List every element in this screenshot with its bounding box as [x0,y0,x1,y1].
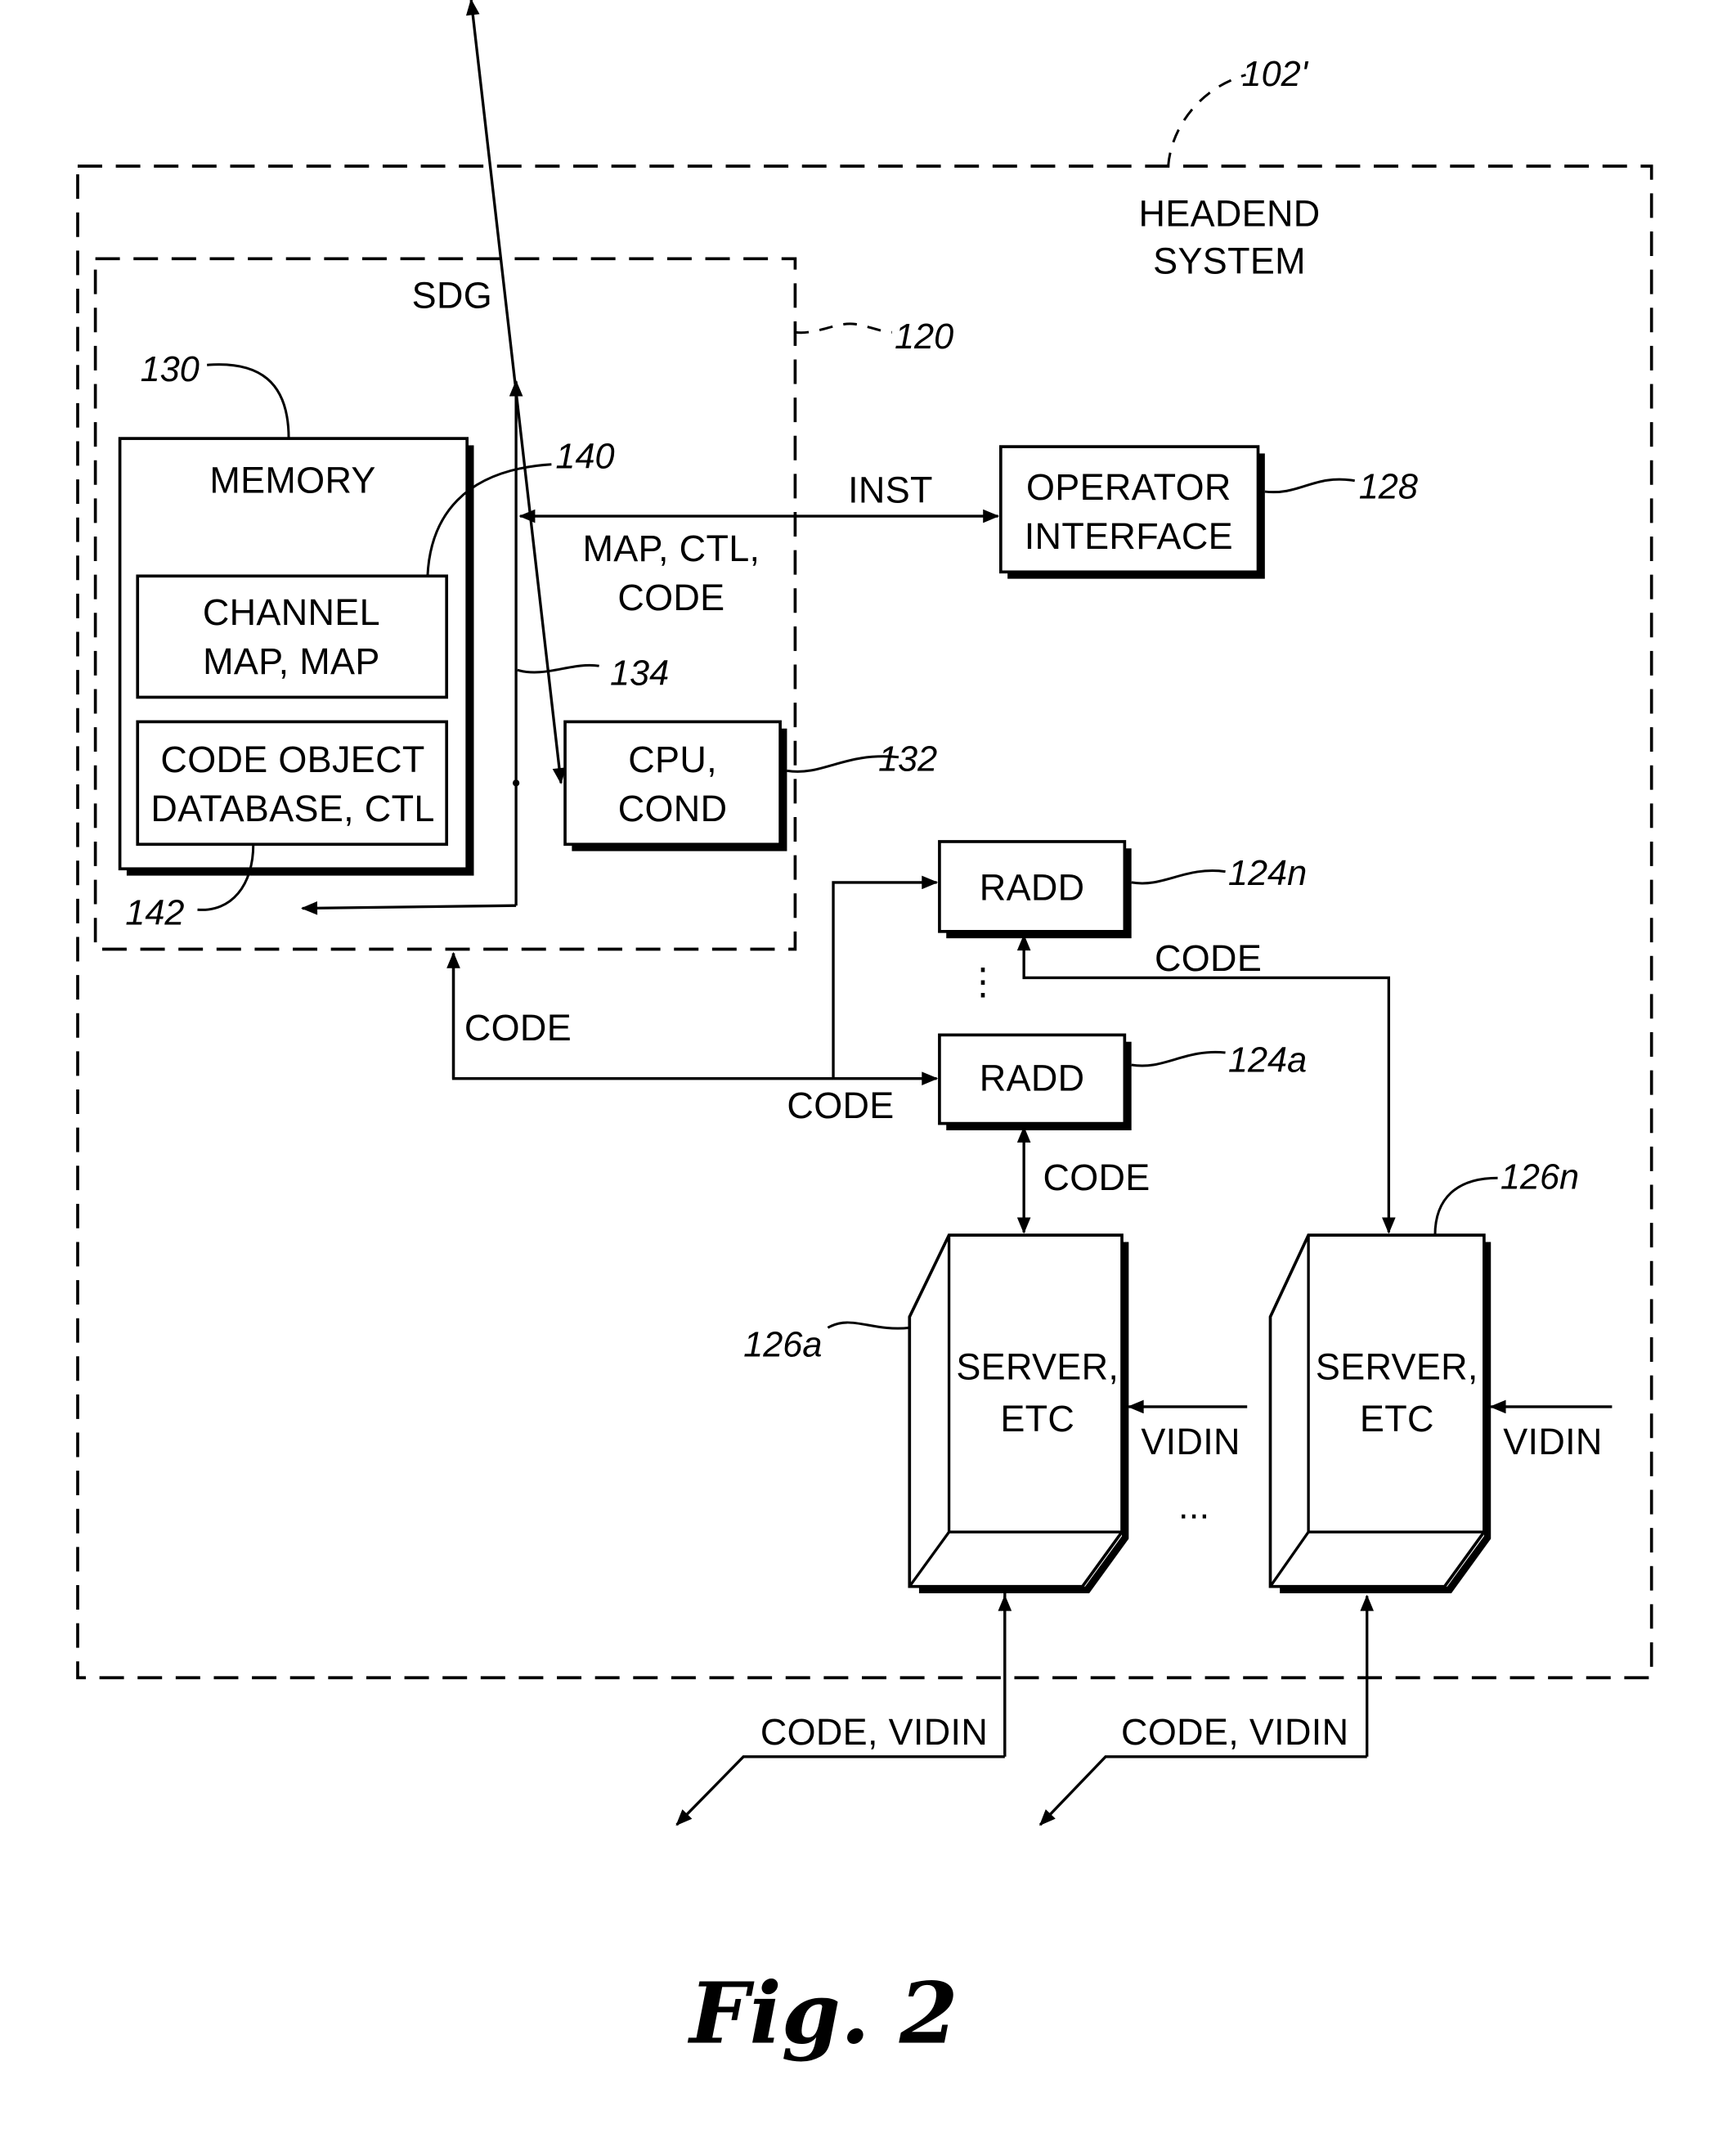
operator-interface-link: INST MAP, CTL, CODE [518,469,1000,618]
headend-title-line2: SYSTEM [1153,240,1306,282]
channel-map-line1: CHANNEL [203,591,380,633]
ref-126a: 126a [743,1325,822,1364]
server-a-line1: SERVER, [956,1346,1119,1388]
radd-feed-code-label: CODE [787,1085,894,1126]
memory-block: MEMORY 130 CHANNEL MAP, MAP 140 CODE OBJ… [118,350,615,933]
server-a-block: SERVER, ETC 126a VIDIN [743,1233,1248,1594]
server-a-output-label: CODE, VIDIN [760,1711,988,1753]
server-a-vidin-label: VIDIN [1141,1421,1240,1462]
server-n-output-link: CODE, VIDIN [1038,1594,1375,1826]
sdg-title: SDG [412,274,492,316]
sdg-code-label: CODE [464,1007,572,1049]
operator-interface-line2: INTERFACE [1025,515,1233,557]
ref-120: 120 [895,317,953,357]
cpu-line2: COND [618,788,728,829]
server-n-output-label: CODE, VIDIN [1121,1711,1348,1753]
radd-n-block: RADD 124n [938,840,1307,939]
cpu-line1: CPU, [628,739,717,780]
bus-label-line1: MAP, CTL, [582,528,760,569]
radd-a-label: RADD [980,1058,1085,1099]
radd-a-block: RADD 124a [938,1033,1307,1130]
cpu-block: CPU, COND 132 [563,720,937,851]
server-n-vidin-label: VIDIN [1503,1421,1603,1462]
radd-n-label: RADD [980,867,1085,909]
ref-142: 142 [125,894,184,933]
server-n-line1: SERVER, [1316,1346,1478,1388]
ref-134: 134 [610,654,669,693]
server-a-line2: ETC [1000,1398,1074,1440]
ref-126n: 126n [1500,1158,1579,1197]
code-object-database-block: CODE OBJECT DATABASE, CTL 142 [125,720,449,933]
ref-130: 130 [141,350,200,389]
ref-124n: 124n [1228,854,1307,893]
code-object-line2: DATABASE, CTL [150,788,434,829]
headend-system-diagram: 102' HEADEND SYSTEM SDG 120 MEMORY 130 C… [76,0,1653,2063]
ref-102: 102' [1242,55,1309,94]
radd-a-server-a-link: CODE [1016,1125,1150,1234]
ref-124a: 124a [1228,1040,1307,1080]
radd-vertical-ellipsis: ⋮ [965,960,1002,1002]
code-object-line1: CODE OBJECT [160,739,424,780]
headend-title-line1: HEADEND [1139,192,1321,234]
ref-132: 132 [878,739,937,779]
inst-label: INST [848,469,933,510]
server-n-line2: ETC [1360,1398,1434,1440]
server-n-block: SERVER, ETC 126n VIDIN [1268,1158,1613,1594]
memory-title: MEMORY [209,460,375,501]
ref-140: 140 [555,438,614,477]
radd-n-code-label: CODE [1155,937,1262,979]
ref-128: 128 [1359,467,1418,506]
bus-label-line2: CODE [617,577,724,618]
server-a-output-link: CODE, VIDIN [675,1593,1012,1826]
operator-interface-line1: OPERATOR [1026,466,1231,508]
sdg-code-link: CODE CODE [446,875,939,1126]
radd-a-code-label: CODE [1043,1157,1150,1198]
operator-interface-block: OPERATOR INTERFACE 128 [999,445,1418,579]
channel-map-line2: MAP, MAP [203,640,380,682]
figure-caption: Fig. 2 [687,1964,958,2063]
servers-horizontal-ellipsis: ... [1178,1484,1209,1526]
